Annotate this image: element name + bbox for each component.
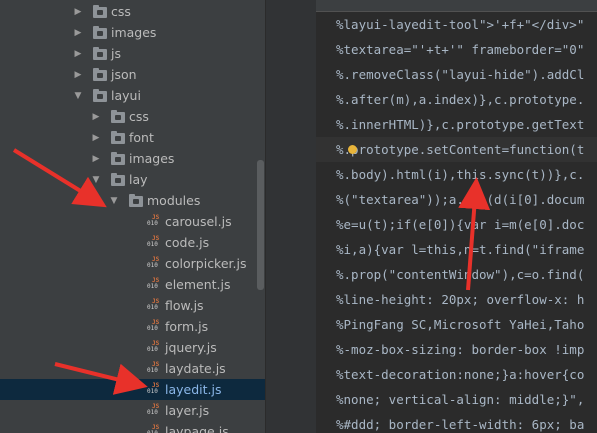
arrow-to-modules — [12, 148, 107, 208]
arrow-to-sync — [458, 177, 491, 291]
annotation-arrows — [12, 148, 491, 395]
arrow-to-layedit — [54, 362, 148, 395]
